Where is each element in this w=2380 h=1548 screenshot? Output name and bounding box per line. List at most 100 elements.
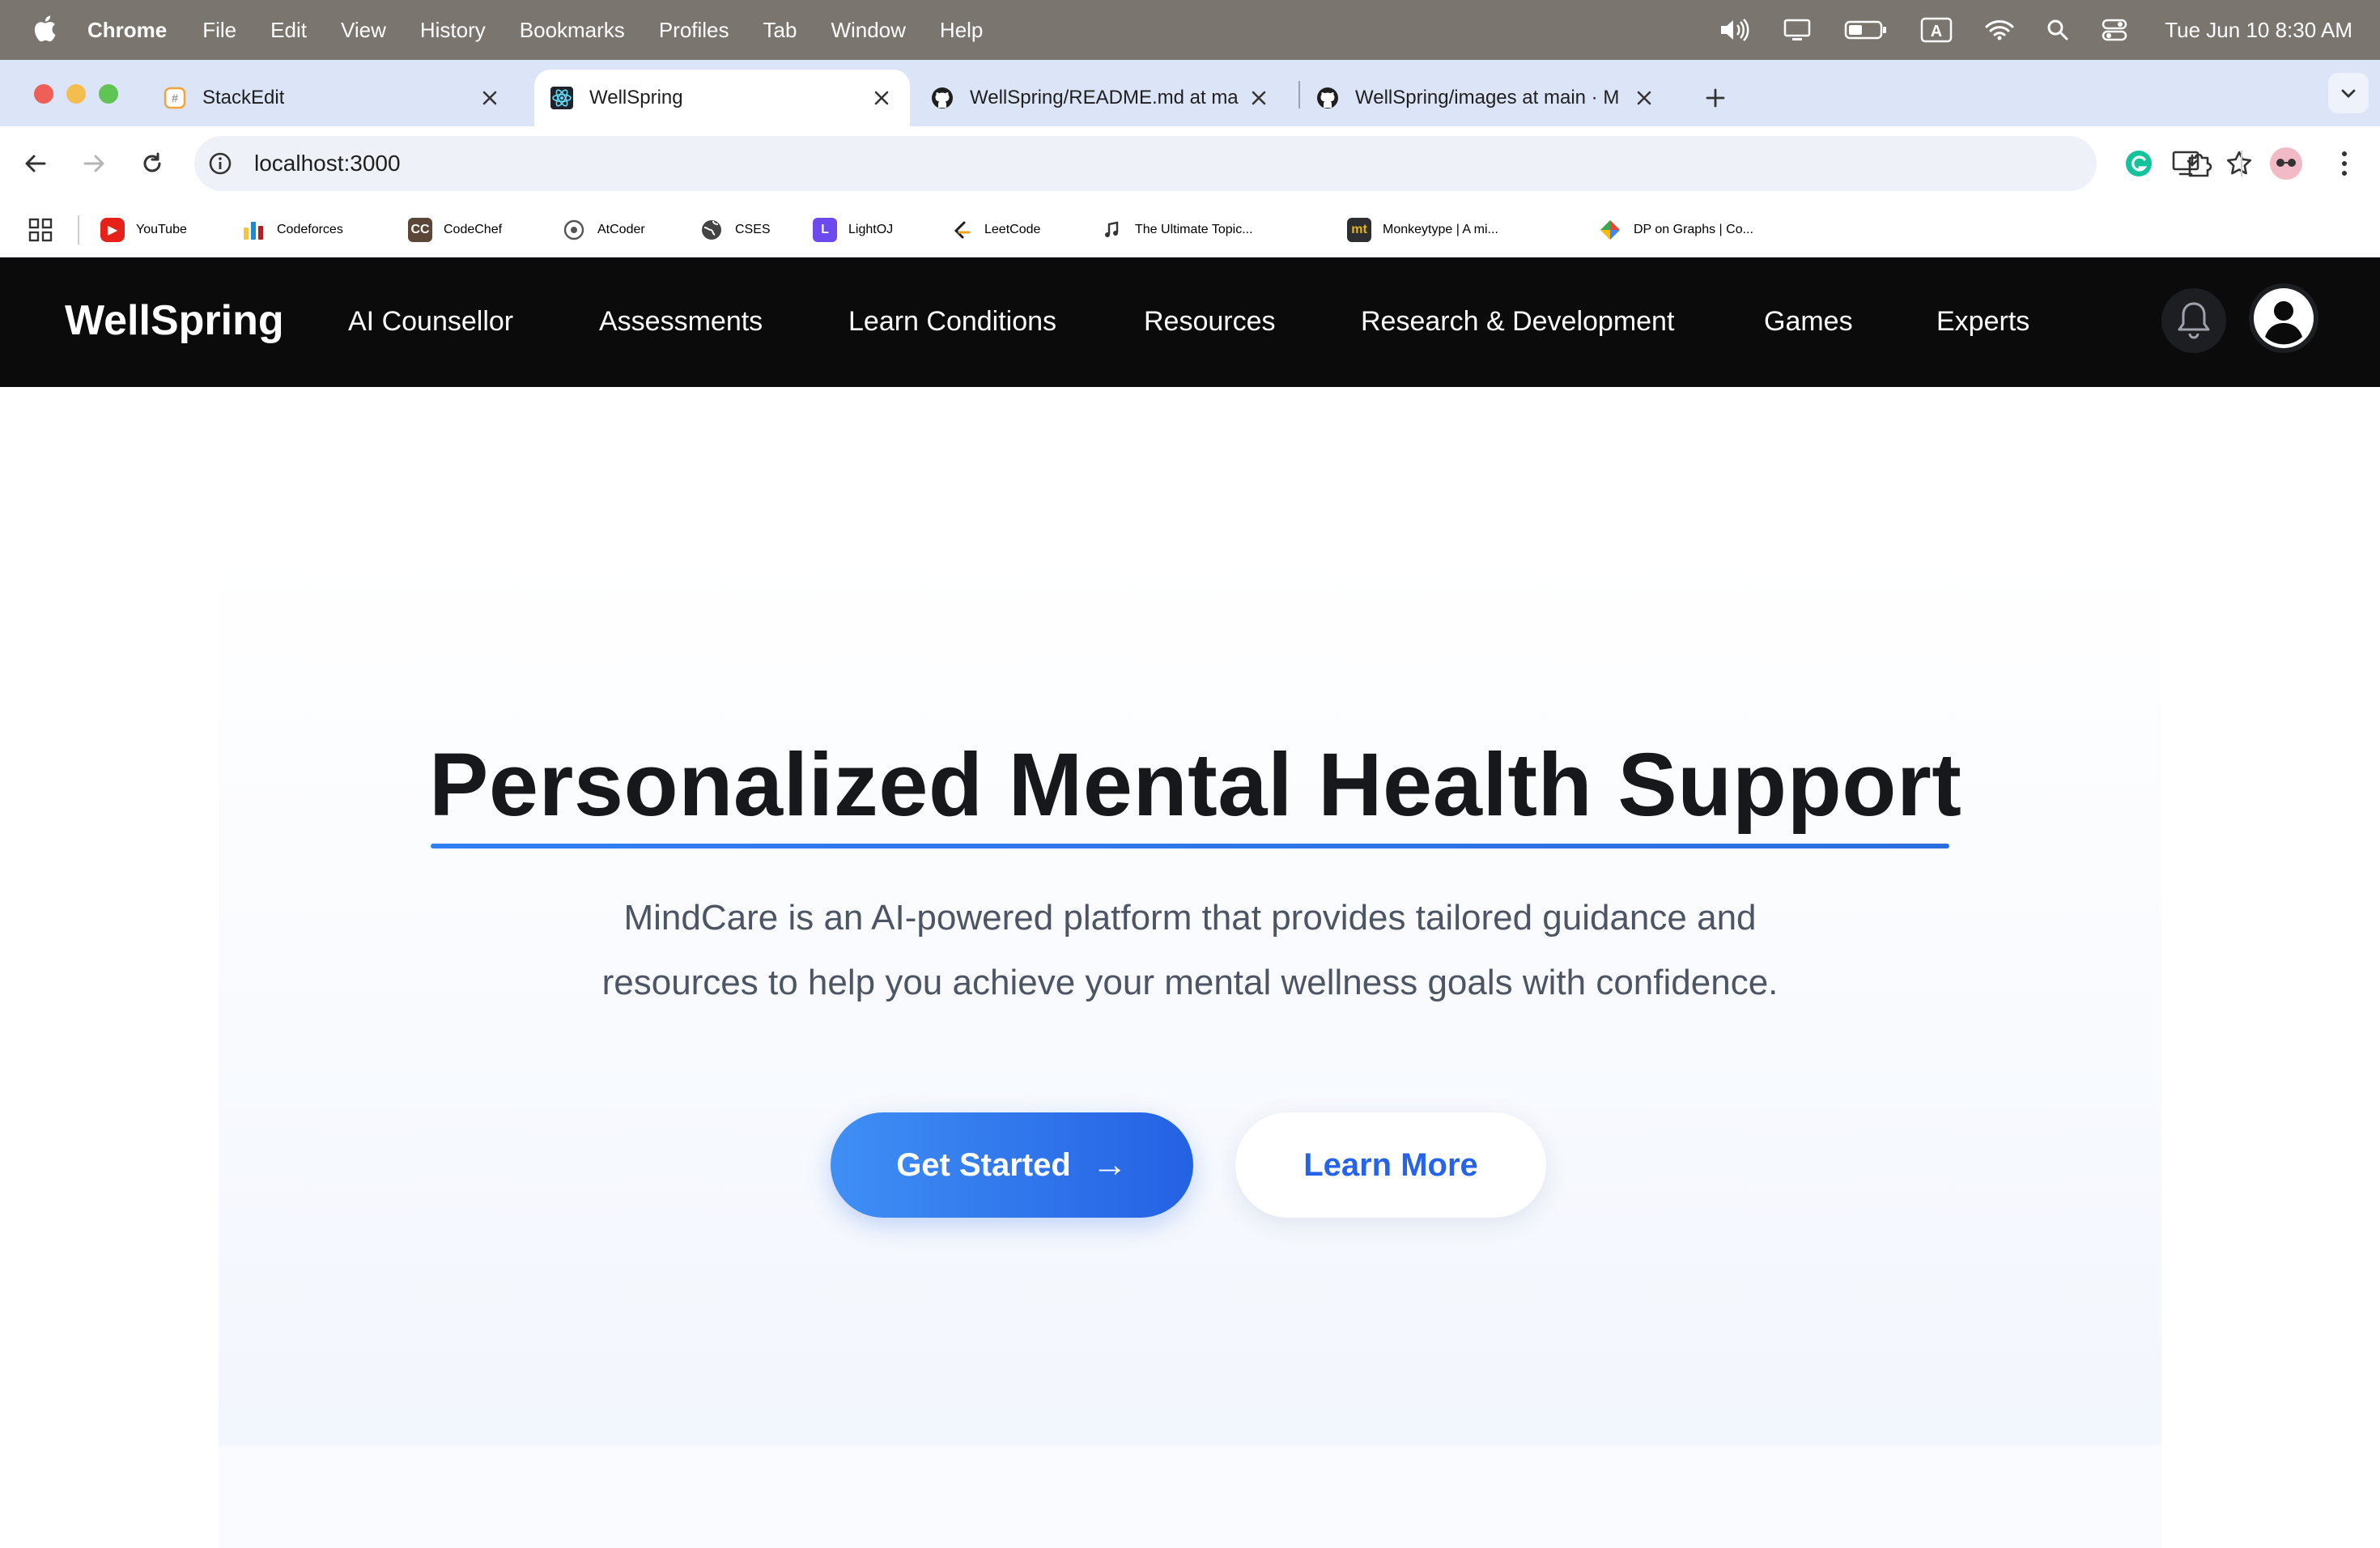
tab-title: WellSpring/README.md at ma	[970, 87, 1239, 108]
tab-readme[interactable]: WellSpring/README.md at ma	[915, 70, 1287, 126]
volume-icon[interactable]	[1718, 18, 1750, 42]
bookmark-youtube[interactable]: ▶ YouTube	[100, 209, 187, 251]
bookmark-monkeytype[interactable]: mt Monkeytype | A mi...	[1347, 209, 1498, 251]
nav-assessments[interactable]: Assessments	[599, 306, 763, 338]
youtube-icon: ▶	[100, 218, 125, 242]
spotlight-icon[interactable]	[2046, 19, 2069, 41]
control-center-icon[interactable]	[2102, 19, 2127, 41]
bookmark-star-icon[interactable]	[2225, 149, 2254, 178]
arrow-right-icon: →	[1091, 1145, 1128, 1184]
hero-subtitle: MindCare is an AI-powered platform that …	[502, 886, 1878, 1015]
bookmark-label: AtCoder	[597, 223, 645, 236]
battery-icon[interactable]	[1844, 19, 1888, 40]
chevron-down-icon	[2341, 89, 2356, 98]
reload-button[interactable]	[133, 144, 172, 183]
tab-wellspring[interactable]: WellSpring	[534, 70, 910, 126]
get-started-label: Get Started	[896, 1146, 1071, 1183]
plus-icon	[1706, 88, 1725, 108]
stackedit-icon: #	[164, 87, 186, 109]
nav-games[interactable]: Games	[1764, 306, 1853, 338]
menu-file[interactable]: File	[202, 18, 236, 43]
svg-text:#: #	[172, 91, 178, 104]
bookmark-ultimate-topic[interactable]: The Ultimate Topic...	[1099, 209, 1253, 251]
chrome-menu-button[interactable]	[2327, 146, 2362, 181]
menu-bookmarks[interactable]: Bookmarks	[520, 18, 625, 43]
menubar-clock[interactable]: Tue Jun 10 8:30 AM	[2165, 18, 2352, 43]
bookmark-label: CodeChef	[444, 223, 503, 236]
extensions-puzzle-icon[interactable]	[2181, 146, 2216, 181]
menu-app-name[interactable]: Chrome	[87, 18, 167, 43]
hero-title: Personalized Mental Health Support	[429, 735, 1962, 835]
bookmark-cses[interactable]: CSES	[699, 209, 771, 251]
tab-search-button[interactable]	[2328, 73, 2369, 113]
apps-grid-button[interactable]	[28, 209, 53, 251]
bookmark-atcoder[interactable]: AtCoder	[562, 209, 645, 251]
new-tab-button[interactable]	[1695, 70, 1736, 126]
bookmark-leetcode[interactable]: LeetCode	[949, 209, 1040, 251]
codechef-icon: CC	[408, 218, 432, 242]
address-url[interactable]: localhost:3000	[254, 151, 401, 176]
close-icon[interactable]	[871, 87, 892, 108]
more-vertical-icon	[2342, 151, 2347, 176]
user-circle-icon	[2254, 288, 2314, 348]
bookmark-label: LightOJ	[848, 223, 894, 236]
window-zoom-button[interactable]	[99, 84, 118, 104]
site-logo[interactable]: WellSpring	[65, 296, 284, 345]
bookmark-label: Monkeytype | A mi...	[1383, 223, 1498, 236]
menu-history[interactable]: History	[420, 18, 486, 43]
leetcode-icon	[954, 221, 971, 239]
lightoj-icon: L	[813, 218, 837, 242]
bookmark-label: LeetCode	[984, 223, 1041, 236]
menu-window[interactable]: Window	[831, 18, 905, 43]
apple-logo-icon[interactable]	[32, 13, 57, 44]
menu-edit[interactable]: Edit	[270, 18, 307, 43]
nav-ai-counsellor[interactable]: AI Counsellor	[348, 306, 513, 338]
menu-profiles[interactable]: Profiles	[659, 18, 729, 43]
wifi-icon[interactable]	[1985, 19, 2014, 41]
bookmark-label: YouTube	[136, 223, 187, 236]
bookmark-label: DP on Graphs | Co...	[1634, 223, 1753, 236]
forward-button[interactable]	[74, 144, 113, 183]
nav-learn-conditions[interactable]: Learn Conditions	[848, 306, 1056, 338]
music-note-icon	[1105, 221, 1119, 237]
profile-avatar[interactable]	[2268, 146, 2304, 181]
back-button[interactable]	[16, 144, 55, 183]
grammarly-extension-icon[interactable]	[2121, 146, 2157, 181]
window-minimize-button[interactable]	[66, 84, 86, 104]
window-close-button[interactable]	[34, 84, 53, 104]
get-started-button[interactable]: Get Started →	[831, 1112, 1193, 1218]
close-icon[interactable]	[1634, 87, 1655, 108]
tab-stackedit[interactable]: # StackEdit	[146, 70, 518, 126]
learn-more-button[interactable]: Learn More	[1235, 1112, 1546, 1218]
monkeytype-icon: mt	[1347, 218, 1371, 242]
menu-help[interactable]: Help	[940, 18, 983, 43]
input-source-icon[interactable]: A	[1920, 17, 1953, 43]
menu-view[interactable]: View	[341, 18, 386, 43]
bookmark-dp-on-graphs[interactable]: DP on Graphs | Co...	[1598, 209, 1753, 251]
tab-title: StackEdit	[202, 87, 285, 108]
nav-resources[interactable]: Resources	[1144, 306, 1276, 338]
svg-text:A: A	[1931, 23, 1942, 40]
nav-experts[interactable]: Experts	[1936, 306, 2029, 338]
learn-more-label: Learn More	[1303, 1146, 1478, 1183]
diamond-logo-icon	[1600, 220, 1620, 240]
tab-images[interactable]: WellSpring/images at main · M	[1300, 70, 1672, 126]
bookmark-codeforces[interactable]: Codeforces	[241, 209, 343, 251]
address-bar[interactable]: localhost:3000	[194, 136, 2252, 191]
notifications-button[interactable]	[2161, 288, 2226, 353]
close-icon[interactable]	[479, 87, 500, 108]
toolbar-separator	[2241, 151, 2242, 176]
display-icon[interactable]	[1783, 18, 1812, 42]
apps-grid-icon	[28, 218, 53, 242]
menu-tab[interactable]: Tab	[763, 18, 797, 43]
site-info-icon[interactable]	[207, 151, 233, 176]
user-avatar-button[interactable]	[2249, 283, 2318, 353]
bookmark-lightoj[interactable]: L LightOJ	[813, 209, 893, 251]
close-icon[interactable]	[1248, 87, 1269, 108]
globe-icon	[702, 220, 721, 240]
bookmark-label: CSES	[735, 223, 771, 236]
bookmark-codechef[interactable]: CC CodeChef	[408, 209, 502, 251]
atcoder-icon	[563, 219, 584, 240]
nav-research-development[interactable]: Research & Development	[1361, 306, 1674, 338]
tab-title: WellSpring	[589, 87, 683, 108]
